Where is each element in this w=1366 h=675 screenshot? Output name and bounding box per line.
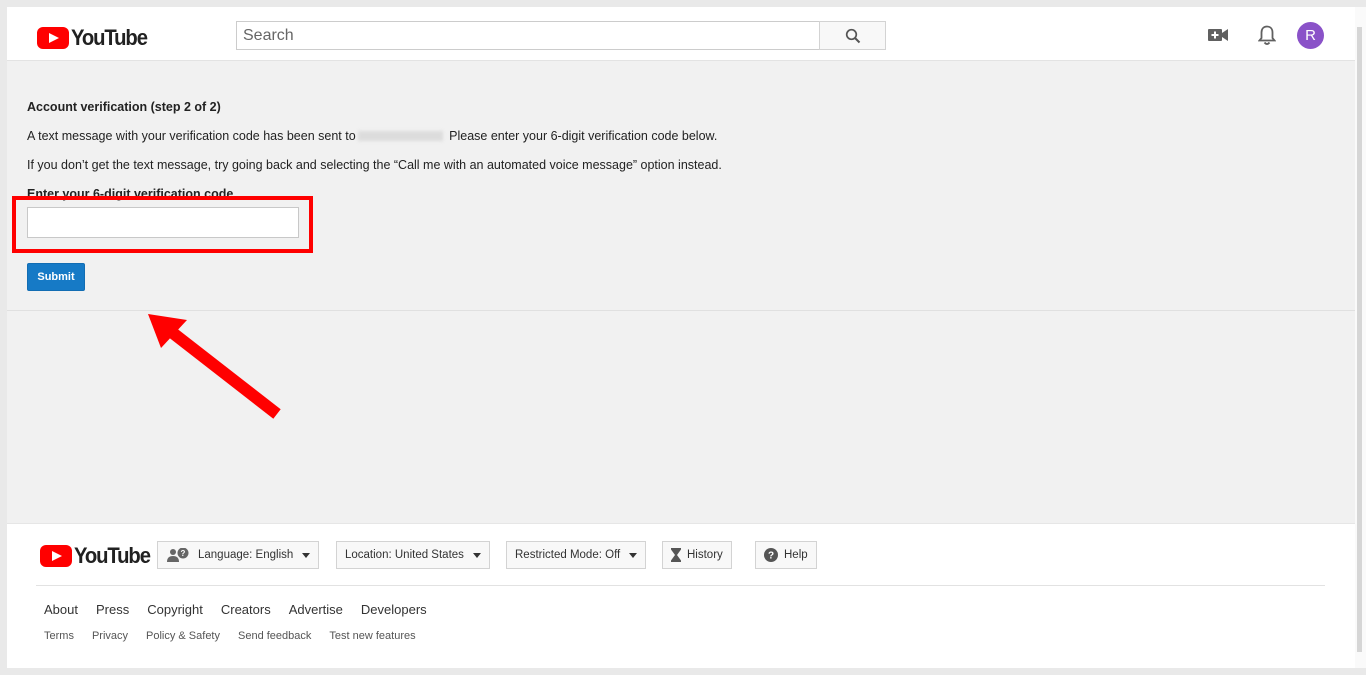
sent-message-after: Please enter your 6-digit verification c… [449,129,718,143]
restricted-mode-label: Restricted Mode: Off [515,549,621,561]
footer-logo-wordmark: YouTube [74,543,151,568]
sent-message: A text message with your verification co… [27,129,717,143]
help-button[interactable]: ? Help [755,541,817,569]
history-label: History [687,549,723,561]
footer-link-press[interactable]: Press [96,602,129,617]
sent-message-before: A text message with your verification co… [27,129,356,143]
footer-link-developers[interactable]: Developers [361,602,427,617]
play-icon [37,27,69,49]
help-label: Help [784,549,808,561]
footer-link-privacy[interactable]: Privacy [92,630,128,642]
page-title: Account verification (step 2 of 2) [27,100,221,114]
red-arrow-annotation [148,314,281,419]
page-scrollbar[interactable] [1355,7,1366,668]
search-button[interactable] [819,21,886,50]
chevron-down-icon [629,552,638,558]
hourglass-icon [671,548,681,562]
svg-text:?: ? [768,551,774,562]
footer-primary-links: About Press Copyright Creators Advertise… [44,602,445,617]
restricted-mode-button[interactable]: Restricted Mode: Off [506,541,647,569]
upload-video-button[interactable] [1205,24,1231,46]
language-picker-button[interactable]: ? Language: English [157,541,320,569]
top-header: YouTube R [7,7,1355,61]
avatar[interactable]: R [1297,22,1324,49]
location-label: Location: United States [345,549,464,561]
page-frame: YouTube R Account verifi [7,7,1355,668]
redacted-phone-number [357,131,443,141]
verification-code-input[interactable] [27,207,299,238]
footer-link-copyright[interactable]: Copyright [147,602,203,617]
logo-wordmark: YouTube [71,25,148,50]
scrollbar-thumb[interactable] [1357,27,1362,652]
footer-link-test-new-features[interactable]: Test new features [329,630,415,642]
search-input[interactable] [236,21,820,50]
fallback-message: If you don’t get the text message, try g… [27,158,722,172]
language-label: Language: English [198,549,294,561]
svg-text:?: ? [181,549,186,558]
video-camera-plus-icon [1208,29,1228,41]
footer-secondary-links: Terms Privacy Policy & Safety Send feedb… [44,630,434,642]
search-icon [845,28,860,43]
youtube-logo[interactable]: YouTube [37,25,153,51]
submit-button[interactable]: Submit [27,263,85,291]
footer-link-send-feedback[interactable]: Send feedback [238,630,311,642]
play-icon [40,545,72,567]
footer-link-advertise[interactable]: Advertise [289,602,343,617]
bell-icon [1258,25,1276,45]
footer-link-about[interactable]: About [44,602,78,617]
footer-link-creators[interactable]: Creators [221,602,271,617]
help-icon: ? [764,548,778,562]
notifications-button[interactable] [1255,22,1279,48]
footer-link-policy-safety[interactable]: Policy & Safety [146,630,220,642]
chevron-down-icon [302,552,311,558]
footer-link-terms[interactable]: Terms [44,630,74,642]
chevron-down-icon [472,552,481,558]
verification-panel: Account verification (step 2 of 2) A tex… [7,61,1355,419]
location-picker-button[interactable]: Location: United States [336,541,490,569]
page-footer: YouTube ? Language: English Location: Un… [7,523,1355,668]
footer-divider [36,585,1325,586]
footer-youtube-logo[interactable]: YouTube [40,543,156,569]
history-button[interactable]: History [662,541,732,569]
language-icon: ? [167,548,189,562]
